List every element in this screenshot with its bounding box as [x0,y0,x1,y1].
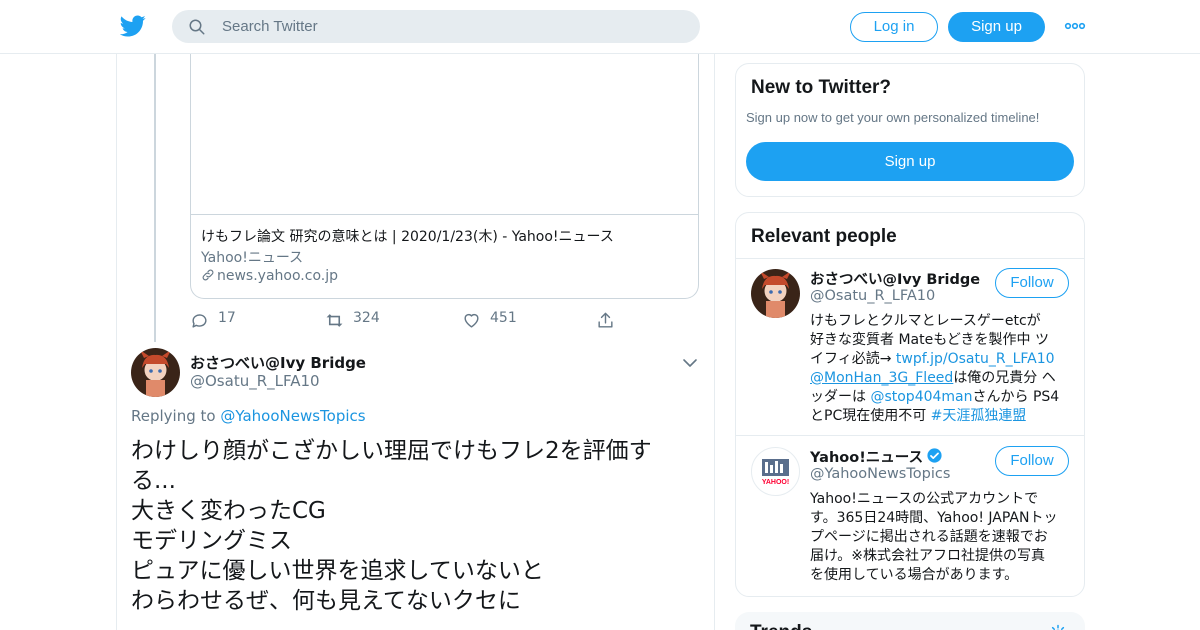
bio-text: さんから PS4 [972,389,1060,405]
link-icon [202,269,214,281]
bio-line: Yahoo!ニュースの公式アカウントで [810,491,1039,507]
person-name[interactable]: おさつべい@Ivy Bridge [810,268,980,289]
replying-to: Replying to @YahooNewsTopics [131,407,366,425]
new-to-twitter-subtitle: Sign up now to get your own personalized… [746,110,1040,125]
trends-title: Trends [750,622,812,630]
tweet-author-name[interactable]: おさつべい@Ivy Bridge [190,352,366,373]
gear-icon[interactable] [1049,624,1067,630]
link-card-domain-text: news.yahoo.co.jp [217,268,338,284]
person-name[interactable]: Yahoo!ニュース [810,446,943,467]
bio-link[interactable]: twpf.jp/Osatu_R_LFA10 [896,351,1055,367]
tweet-line: モデリングミス [131,528,292,554]
bio-text: イフィ必読→ [810,351,896,367]
bio-mention-link[interactable]: @MonHan_3G_Fleed [810,370,953,386]
divider [736,258,1084,259]
link-card[interactable]: けもフレ論文 研究の意味とは | 2020/1/23(木) - Yahoo!ニュ… [190,54,699,299]
person-handle[interactable]: @YahooNewsTopics [810,466,950,482]
like-icon [464,313,479,328]
retweet-count: 324 [353,310,380,326]
replying-prefix: Replying to [131,407,216,425]
share-icon [598,312,613,328]
trends-panel: Trends [735,612,1085,630]
avatar[interactable] [131,348,180,397]
bio-line: す。365日24時間、Yahoo! JAPANトッ [810,510,1058,526]
relevant-people-panel: Relevant people おさつべい@Ivy Bridge @Osatu_… [735,212,1085,597]
chevron-down-icon[interactable] [682,354,698,367]
avatar[interactable]: YAHOO! [751,447,800,496]
divider [736,435,1084,436]
link-card-domain: news.yahoo.co.jp [201,268,338,284]
top-bar: Log in Sign up [0,0,1200,54]
bio-line: @MonHan_3G_Fleedは俺の兄貴分 ヘ [810,369,1072,388]
tweet-actions: 17 324 451 [190,310,620,330]
search-bar[interactable] [172,10,700,43]
link-card-image [191,54,698,215]
tweet-line: 大きく変わったCG [131,498,326,524]
bio-line: を使用している場合があります。 [810,567,1019,583]
avatar[interactable] [751,269,800,318]
sidebar-signup-button[interactable]: Sign up [746,142,1074,181]
relevant-people-title: Relevant people [751,226,897,247]
replying-to-link[interactable]: @YahooNewsTopics [220,407,365,425]
tweet-line: ピュアに優しい世界を追求していないと [131,558,544,584]
bio-mention-link[interactable]: @stop404man [870,389,972,405]
bio-hashtag-link[interactable]: #天涯孤独連盟 [931,408,1027,424]
bio-line: イフィ必読→ twpf.jp/Osatu_R_LFA10 [810,350,1072,369]
like-count: 451 [490,310,517,326]
person-name-text: Yahoo!ニュース [810,450,924,466]
bio-text: ッダーは [810,389,871,405]
person-bio: けもフレとクルマとレースゲーetcが 好きな変質者 Mateもどきを製作中 ツ … [810,312,1072,426]
bio-line: ッダーは @stop404manさんから PS4 [810,388,1072,407]
more-icon[interactable] [1064,18,1086,34]
reply-icon [192,314,207,328]
search-input[interactable] [222,10,682,43]
follow-button[interactable]: Follow [995,268,1069,298]
new-to-twitter-title: New to Twitter? [751,77,892,98]
tweet-line: る... [131,468,176,494]
link-card-title: けもフレ論文 研究の意味とは | 2020/1/23(木) - Yahoo!ニュ… [201,229,614,245]
tweet-author-handle[interactable]: @Osatu_R_LFA10 [190,372,320,390]
bio-line: 好きな変質者 Mateもどきを製作中 ツ [810,332,1049,348]
verified-icon [927,448,942,463]
bio-text: とPC現在使用不可 [810,408,931,424]
bio-line: 届け。※株式会社アフロ社提供の写真 [810,548,1046,564]
bio-text: は俺の兄貴分 ヘ [953,370,1056,386]
search-icon [189,19,205,35]
thread-line [154,54,156,342]
person-bio: Yahoo!ニュースの公式アカウントで す。365日24時間、Yahoo! JA… [810,490,1072,585]
tweet-text: わけしり顔がこざかしい理屈でけもフレ2を評価す る... 大きく変わったCG モ… [131,436,691,616]
bio-line: とPC現在使用不可 #天涯孤独連盟 [810,407,1072,426]
reply-count: 17 [218,310,236,326]
tweet-line: わけしり顔がこざかしい理屈でけもフレ2を評価す [131,438,652,464]
link-card-description: Yahoo!ニュース [201,250,304,266]
signup-button[interactable]: Sign up [948,12,1045,42]
new-to-twitter-panel: New to Twitter? Sign up now to get your … [735,63,1085,197]
follow-button[interactable]: Follow [995,446,1069,476]
person-handle[interactable]: @Osatu_R_LFA10 [810,288,935,304]
login-button[interactable]: Log in [850,12,938,42]
tweet-line: わらわせるぜ、何も見えてないクセに [131,588,521,614]
retweet-icon [326,314,343,327]
bio-line: プページに掲出される話題を速報でお [810,529,1048,545]
avatar-logo-text: YAHOO! [762,479,789,486]
twitter-bird-icon[interactable] [119,13,146,39]
bio-line: けもフレとクルマとレースゲーetcが [810,313,1041,329]
